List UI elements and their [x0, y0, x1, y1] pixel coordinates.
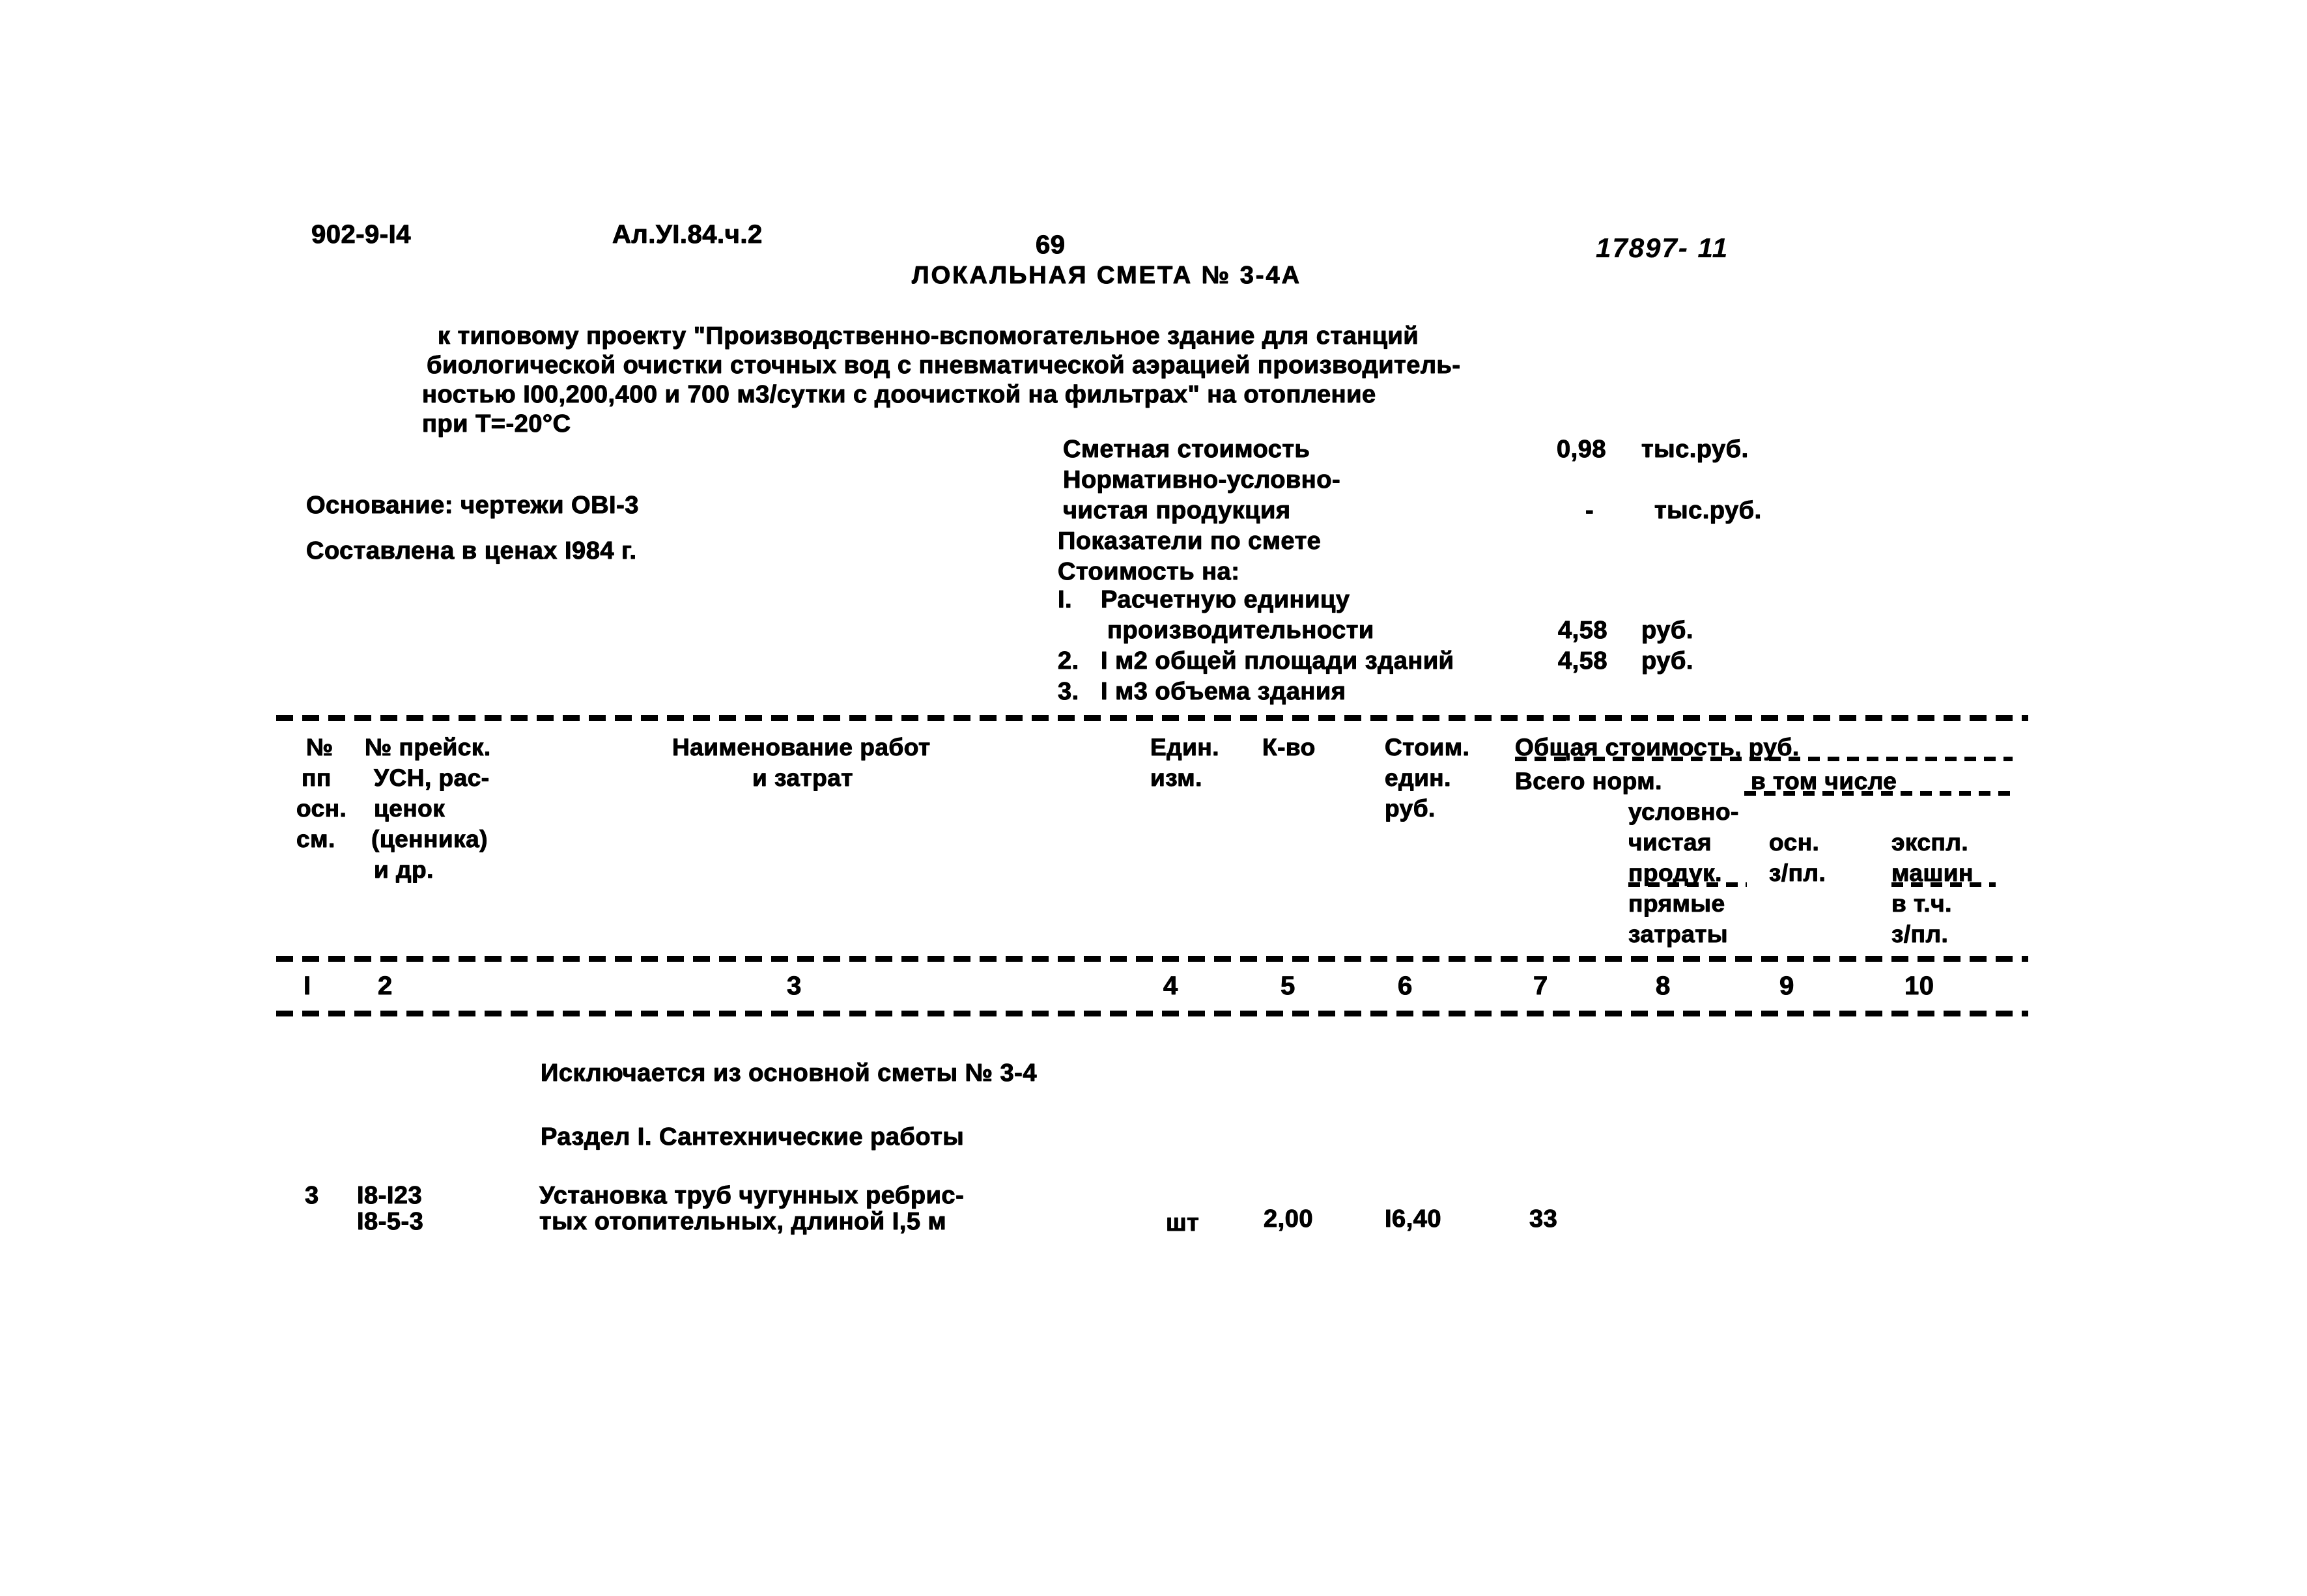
- table-header-col10-line1: экспл.: [1891, 829, 1969, 856]
- table-header-col8-underline: [1628, 882, 1747, 887]
- table-header-col2-line3: ценок: [374, 795, 446, 822]
- indicator-unit-2: руб.: [1641, 647, 1693, 675]
- table-header-col3-line2: и затрат: [752, 764, 853, 792]
- table-header-col10-line4: з/пл.: [1891, 921, 1949, 948]
- table-header-col1-line1: №: [306, 734, 333, 761]
- indicator-num-1: I.: [1058, 586, 1073, 614]
- table-header-col10-line3: в т.ч.: [1891, 890, 1952, 917]
- table-header-col8-line1: условно-: [1628, 798, 1739, 826]
- prices-label: Составлена в ценах I984 г.: [306, 537, 637, 565]
- table-header-col6-line3: руб.: [1385, 795, 1436, 822]
- document-page: 902-9-I4 Ал.УI.84.ч.2 69 17897- 11 ЛОКАЛ…: [0, 0, 2307, 1596]
- row-1-col2-line2: I8-5-3: [357, 1208, 424, 1236]
- table-header-col1-line3: осн.: [296, 795, 347, 822]
- indicator-label-2: I м2 общей площади зданий: [1101, 647, 1454, 675]
- column-number-4: 4: [1163, 972, 1178, 1001]
- row-1-col4: шт: [1166, 1209, 1200, 1237]
- table-header-col4-line1: Един.: [1150, 734, 1220, 761]
- table-header-col9-line1: осн.: [1769, 829, 1820, 856]
- table-header-group-included-underline: [1744, 791, 2013, 796]
- indicator-label-3: I м3 объема здания: [1101, 678, 1346, 706]
- column-number-8: 8: [1656, 972, 1671, 1001]
- summary-label-3: Показатели по смете: [1058, 527, 1322, 555]
- indicator-label-1b: производительности: [1107, 617, 1374, 645]
- column-number-1: I: [304, 972, 311, 1001]
- indicator-label-1: Расчетную единицу: [1101, 586, 1350, 614]
- subtitle-line-1: к типовому проекту "Производственно-вспо…: [438, 322, 1419, 350]
- table-header-col7-line1: Всего норм.: [1515, 768, 1662, 795]
- row-1-col5: 2,00: [1264, 1205, 1313, 1233]
- row-1-col3-line2: тых отопительных, длиной I,5 м: [539, 1208, 947, 1236]
- table-top-rule: [276, 715, 2028, 721]
- album-code: Ал.УI.84.ч.2: [612, 220, 763, 249]
- column-number-2: 2: [378, 972, 393, 1001]
- subtitle-line-2: биологической очистки сточных вод с пнев…: [427, 352, 1461, 380]
- table-header-col1-line2: пп: [302, 764, 332, 792]
- summary-label-4: Стоимость на:: [1058, 558, 1240, 586]
- table-header-col9-line2: з/пл.: [1769, 860, 1826, 887]
- column-number-9: 9: [1779, 972, 1794, 1001]
- table-header-col10-underline: [1891, 882, 1996, 887]
- summary-value-2: -: [1585, 497, 1594, 525]
- document-title: ЛОКАЛЬНАЯ СМЕТА № 3-4А: [912, 262, 1302, 290]
- project-code: 902-9-I4: [311, 220, 411, 249]
- table-header-col2-line2: УСН, рас-: [374, 764, 490, 792]
- indicator-value-1: 4,58: [1558, 617, 1607, 645]
- table-header-col6-line1: Стоим.: [1385, 734, 1470, 761]
- indicator-unit-1: руб.: [1641, 617, 1693, 645]
- table-colnum-bottom-rule: [276, 1011, 2028, 1016]
- row-1-col6: I6,40: [1385, 1205, 1442, 1233]
- row-1-col1: 3: [305, 1182, 319, 1210]
- indicator-num-2: 2.: [1058, 647, 1079, 675]
- page-number: 69: [1036, 231, 1066, 260]
- column-number-3: 3: [787, 972, 802, 1001]
- table-header-col3-line1: Наименование работ: [672, 734, 931, 761]
- summary-unit-0: тыс.руб.: [1641, 436, 1749, 464]
- table-header-group-total-underline: [1515, 757, 2013, 761]
- subtitle-line-3: ностью I00,200,400 и 700 м3/сутки с дооч…: [422, 381, 1376, 409]
- table-header-col2-line1: № прейск.: [365, 734, 491, 761]
- basis-label: Основание: чертежи ОВI-3: [306, 492, 639, 520]
- summary-label-2: чистая продукция: [1063, 497, 1291, 525]
- table-colnum-top-rule: [276, 956, 2028, 962]
- indicator-value-2: 4,58: [1558, 647, 1607, 675]
- summary-label-1: Нормативно-условно-: [1063, 466, 1341, 494]
- table-header-col4-line2: изм.: [1150, 764, 1202, 792]
- summary-unit-2: тыс.руб.: [1654, 497, 1762, 525]
- table-note-section: Раздел I. Сантехнические работы: [541, 1123, 965, 1151]
- table-header-col2-line5: и др.: [374, 856, 434, 884]
- column-number-6: 6: [1398, 972, 1413, 1001]
- table-header-col1-line4: см.: [296, 826, 335, 853]
- column-number-5: 5: [1281, 972, 1295, 1001]
- table-header-col5-line1: К-во: [1262, 734, 1316, 761]
- column-number-10: 10: [1904, 972, 1934, 1001]
- subtitle-line-4: при Т=-20°С: [422, 410, 571, 438]
- table-note-exclusion: Исключается из основной сметы № 3-4: [541, 1059, 1037, 1087]
- summary-value-0: 0,98: [1557, 436, 1606, 464]
- table-header-col8-line2: чистая: [1628, 829, 1712, 856]
- table-header-col8-line5: затраты: [1628, 921, 1728, 948]
- table-header-col2-line4: (ценника): [371, 826, 488, 853]
- summary-label-0: Сметная стоимость: [1063, 436, 1310, 464]
- table-header-col6-line2: един.: [1385, 764, 1451, 792]
- row-1-col7: 33: [1529, 1205, 1558, 1233]
- archive-stamp: 17897- 11: [1596, 232, 1729, 263]
- indicator-num-3: 3.: [1058, 678, 1079, 706]
- column-number-7: 7: [1533, 972, 1548, 1001]
- table-header-col8-line4: прямые: [1628, 890, 1725, 917]
